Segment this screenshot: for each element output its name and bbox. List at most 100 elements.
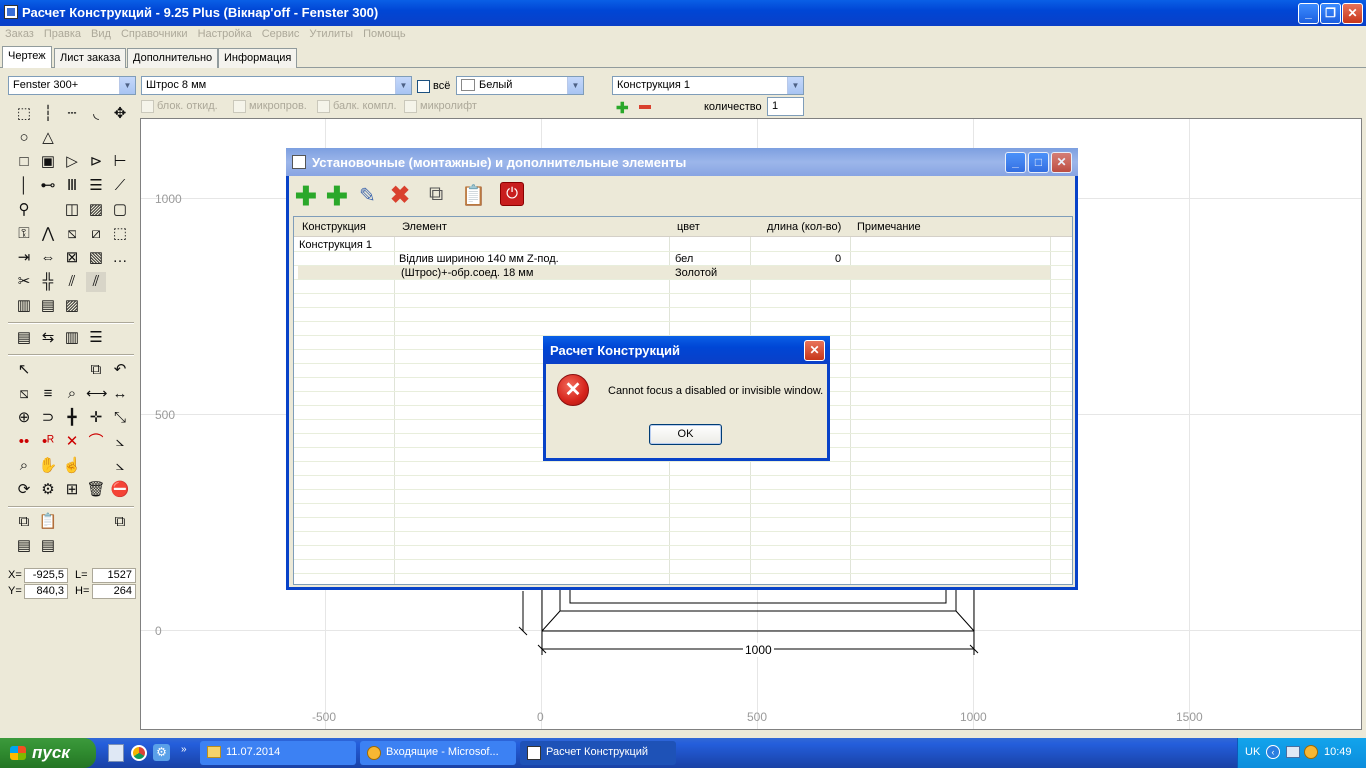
glass-hatch-icon[interactable]: ▨	[86, 200, 106, 220]
mikroprov-checkbox[interactable]	[233, 100, 246, 113]
split-icon[interactable]: ⫽	[62, 272, 82, 292]
cross-move-icon[interactable]: ╋	[62, 408, 82, 428]
horizontal-hatch-icon[interactable]: ▤	[38, 296, 58, 316]
network-icon[interactable]	[1286, 746, 1300, 758]
maximize-button[interactable]: ❐	[1320, 3, 1341, 24]
stop-icon[interactable]: ⛔	[110, 480, 130, 500]
task-rascet[interactable]: Расчет Конструкций	[520, 741, 676, 765]
tilt-icon[interactable]: ⋀	[38, 224, 58, 244]
paste-list-icon[interactable]: ▤	[38, 536, 58, 556]
glass-icon[interactable]: ◫	[62, 200, 82, 220]
add-sub-element-icon[interactable]: ✚	[326, 181, 348, 212]
dialog-close-button[interactable]: ✕	[1051, 152, 1072, 173]
fit-icon[interactable]: ⊞	[62, 480, 82, 500]
cut-icon[interactable]: ✂	[14, 272, 34, 292]
copy-icon[interactable]: ⧉	[429, 183, 443, 206]
add-construction-icon[interactable]: ✚	[616, 99, 629, 117]
hinge-icon[interactable]: ⚲	[14, 200, 34, 220]
col-length[interactable]: длина (кол-во)	[767, 221, 841, 233]
fixed-icon[interactable]: ⬚	[110, 224, 130, 244]
menu-spravochniki[interactable]: Справочники	[116, 26, 193, 40]
copy-list-icon[interactable]: ▤	[14, 536, 34, 556]
tab-chertezh[interactable]: Чертеж	[2, 46, 52, 68]
vertical-line-icon[interactable]: ┆	[38, 104, 58, 124]
xy-icon[interactable]: ⊕	[14, 408, 34, 428]
sash-icon[interactable]: ⊳	[86, 152, 106, 172]
dimension-icon[interactable]: ↔	[110, 384, 130, 404]
col-construction[interactable]: Конструкция	[302, 221, 366, 233]
more-icon[interactable]: …	[110, 248, 130, 268]
move-icon[interactable]: ✥	[110, 104, 130, 124]
show-desktop-icon[interactable]	[108, 744, 124, 762]
cross-icon[interactable]: ⊠	[62, 248, 82, 268]
paste-icon[interactable]: 📋	[38, 512, 58, 532]
gear-icon[interactable]: ⚙	[38, 480, 58, 500]
dialog-minimize-button[interactable]: _	[1005, 152, 1026, 173]
double-transom-icon[interactable]: ☰	[86, 176, 106, 196]
resize-icon[interactable]: ⤡	[110, 408, 130, 428]
double-mullion-icon[interactable]: Ⅲ	[62, 176, 82, 196]
profile-select[interactable]: Fenster 300+ ▼	[8, 76, 136, 95]
menu-pomosch[interactable]: Помощь	[358, 26, 411, 40]
stack-icon[interactable]: ▤	[14, 328, 34, 348]
trash-icon[interactable]: 🗑	[86, 480, 106, 500]
quicklaunch-icon[interactable]: ⚙	[153, 744, 170, 761]
dashed-line-icon[interactable]: ┄	[62, 104, 82, 124]
start-button[interactable]: пуск	[0, 738, 96, 768]
add-element-icon[interactable]: ✚	[295, 181, 317, 212]
arc-h-icon[interactable]: ⦣	[110, 456, 130, 476]
delete-point-icon[interactable]: ✕	[62, 432, 82, 452]
undo-icon[interactable]: ↶	[110, 360, 130, 380]
connector-icon[interactable]: ╬	[38, 272, 58, 292]
mullion-icon[interactable]: │	[14, 176, 34, 196]
col-color[interactable]: цвет	[677, 221, 700, 233]
expand-quicklaunch-icon[interactable]: »	[181, 744, 187, 755]
tab-informatsiya[interactable]: Информация	[218, 48, 298, 68]
color-select[interactable]: Белый ▼	[456, 76, 584, 95]
pointer-icon[interactable]: ↖	[14, 360, 34, 380]
arc-r-icon[interactable]: ⦣	[110, 432, 130, 452]
select-lines-icon[interactable]: ≡	[38, 384, 58, 404]
copy-frame-icon[interactable]: ⧉	[86, 360, 106, 380]
points-icon[interactable]: ••	[14, 432, 34, 452]
minimize-button[interactable]: _	[1298, 3, 1319, 24]
close-button[interactable]: ✕	[1342, 3, 1363, 24]
frame-icon[interactable]: ▣	[38, 152, 58, 172]
select-rect-icon[interactable]: ⬚	[14, 104, 34, 124]
arrow-right-icon[interactable]: ⇥	[14, 248, 34, 268]
columns-icon[interactable]: ▥	[62, 328, 82, 348]
vertical-move-icon[interactable]: ✛	[86, 408, 106, 428]
diagonal-hatch-icon[interactable]: ▨	[62, 296, 82, 316]
remove-construction-icon[interactable]	[639, 105, 651, 109]
zoom-area-icon[interactable]: ⌕	[62, 384, 82, 404]
construction-select[interactable]: Конструкция 1 ▼	[612, 76, 804, 95]
all-checkbox[interactable]	[417, 80, 430, 93]
slash-icon[interactable]: ⫽	[86, 272, 106, 292]
align-icon[interactable]: ⇆	[38, 328, 58, 348]
measure-icon[interactable]: ⟷	[86, 384, 108, 404]
quantity-input[interactable]: 1	[767, 97, 804, 116]
refresh-icon[interactable]: ⟳	[14, 480, 34, 500]
hatch-icon[interactable]: ▧	[86, 248, 106, 268]
task-outlook[interactable]: Входящие - Microsof...	[360, 741, 516, 765]
open-right-icon[interactable]: ⧄	[86, 224, 106, 244]
zoom-icon[interactable]: ⌕	[14, 456, 34, 476]
square-icon[interactable]: □	[14, 152, 34, 172]
handle-icon[interactable]: ⊢	[110, 152, 130, 172]
menu-zakaz[interactable]: Заказ	[0, 26, 39, 40]
task-explorer[interactable]: 11.07.2014	[200, 741, 356, 765]
rows-icon[interactable]: ☰	[86, 328, 106, 348]
grab-icon[interactable]: ☝	[62, 456, 82, 476]
circle-icon[interactable]: ○	[14, 128, 34, 148]
copy-icon[interactable]: ⧉	[14, 512, 34, 532]
angle-icon[interactable]: ▷	[62, 152, 82, 172]
mikrolift-checkbox[interactable]	[404, 100, 417, 113]
power-icon[interactable]: ⏻	[500, 182, 524, 206]
menu-pravka[interactable]: Правка	[39, 26, 86, 40]
open-left-icon[interactable]: ⧅	[62, 224, 82, 244]
vertical-hatch-icon[interactable]: ▥	[14, 296, 34, 316]
transom-icon[interactable]: ⊷	[38, 176, 58, 196]
layers-icon[interactable]: ⧉	[110, 512, 130, 532]
point-r-icon[interactable]: •ᴿ	[38, 432, 58, 452]
panel-icon[interactable]: ▢	[110, 200, 130, 220]
